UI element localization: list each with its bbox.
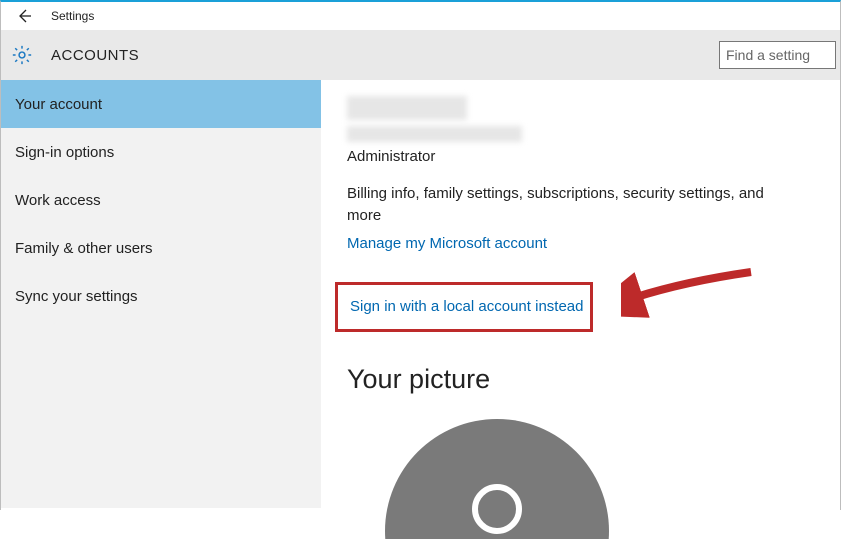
account-description: Billing info, family settings, subscript… bbox=[347, 183, 767, 227]
sidebar-item-sync-settings[interactable]: Sync your settings bbox=[1, 272, 321, 320]
account-role: Administrator bbox=[347, 148, 820, 165]
sidebar-item-work-access[interactable]: Work access bbox=[1, 176, 321, 224]
sidebar-item-your-account[interactable]: Your account bbox=[1, 80, 321, 128]
search-placeholder: Find a setting bbox=[726, 47, 810, 63]
manage-account-link[interactable]: Manage my Microsoft account bbox=[347, 235, 820, 252]
account-name-redacted bbox=[347, 96, 467, 120]
header: ACCOUNTS Find a setting bbox=[1, 30, 840, 80]
sidebar-item-label: Sync your settings bbox=[15, 288, 138, 305]
back-button[interactable] bbox=[13, 5, 35, 27]
sidebar: Your account Sign-in options Work access… bbox=[1, 80, 321, 508]
window-title: Settings bbox=[51, 9, 94, 23]
page-title: ACCOUNTS bbox=[51, 47, 139, 64]
signin-local-link[interactable]: Sign in with a local account instead bbox=[350, 298, 583, 315]
account-email-redacted bbox=[347, 126, 522, 142]
avatar-placeholder-icon bbox=[385, 419, 609, 539]
sidebar-item-signin-options[interactable]: Sign-in options bbox=[1, 128, 321, 176]
back-arrow-icon bbox=[16, 8, 32, 24]
gear-icon bbox=[11, 44, 33, 66]
sidebar-item-label: Work access bbox=[15, 192, 101, 209]
sidebar-item-family-users[interactable]: Family & other users bbox=[1, 224, 321, 272]
content: Administrator Billing info, family setti… bbox=[321, 80, 840, 508]
sidebar-item-label: Sign-in options bbox=[15, 144, 114, 161]
sidebar-item-label: Your account bbox=[15, 96, 102, 113]
avatar-container bbox=[347, 419, 647, 539]
signin-local-highlight: Sign in with a local account instead bbox=[335, 282, 593, 332]
titlebar: Settings bbox=[1, 2, 840, 30]
sidebar-item-label: Family & other users bbox=[15, 240, 153, 257]
search-input[interactable]: Find a setting bbox=[719, 41, 836, 69]
your-picture-heading: Your picture bbox=[347, 364, 820, 395]
